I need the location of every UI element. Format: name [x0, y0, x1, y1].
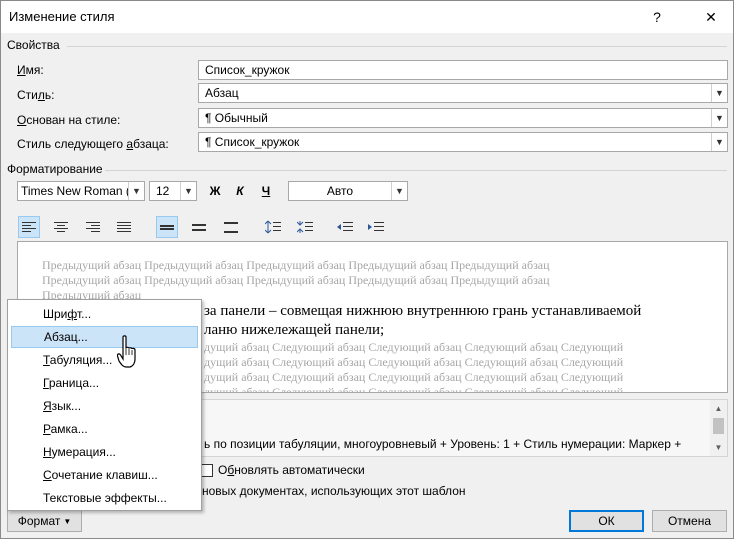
bold-button[interactable]: Ж: [204, 180, 226, 202]
chevron-down-icon: ▼: [711, 133, 727, 151]
increase-indent-button[interactable]: [365, 216, 387, 238]
menu-item-tabs[interactable]: Табуляция...: [11, 349, 198, 371]
decrease-indent-button[interactable]: [334, 216, 356, 238]
scroll-down-icon[interactable]: ▼: [710, 439, 727, 456]
dialog-title: Изменение стиля: [9, 9, 115, 24]
menu-item-paragraph[interactable]: Абзац...: [11, 326, 198, 348]
menu-item-text-effects[interactable]: Текстовые эффекты...: [11, 487, 198, 509]
preview-next-paragraph: дущий абзац Следующий абзац Следующий аб…: [204, 340, 624, 393]
decrease-indent-icon: [337, 222, 353, 231]
properties-divider: [67, 46, 727, 47]
increase-spacing-icon: [265, 220, 281, 234]
font-dropdown[interactable]: Times New Roman (О ▼: [17, 181, 145, 201]
menu-item-language[interactable]: Язык...: [11, 395, 198, 417]
menu-item-shortcut-key[interactable]: Сочетание клавиш...: [11, 464, 198, 486]
format-menu: Шрифт... Абзац... Табуляция... Граница..…: [7, 299, 202, 511]
menu-item-font[interactable]: Шрифт...: [11, 303, 198, 325]
align-right-button[interactable]: [82, 216, 104, 238]
single-spacing-icon: [160, 224, 174, 230]
name-label: Имя:: [17, 63, 44, 77]
font-size-dropdown[interactable]: 12 ▼: [149, 181, 197, 201]
style-type-dropdown[interactable]: Абзац ▼: [198, 83, 728, 103]
preview-previous-paragraph: Предыдущий абзац Предыдущий абзац Предыд…: [42, 258, 550, 302]
based-on-label: Основан на стиле:: [17, 113, 121, 127]
justify-icon: [117, 221, 131, 232]
decrease-spacing-button[interactable]: [294, 216, 316, 238]
style-type-label: Стиль:: [17, 88, 55, 102]
scroll-up-icon[interactable]: ▲: [710, 400, 727, 417]
one-half-spacing-icon: [192, 223, 206, 231]
formatting-section-label: Форматирование: [7, 162, 103, 176]
increase-spacing-button[interactable]: [262, 216, 284, 238]
next-style-dropdown[interactable]: ¶ Список_кружок ▼: [198, 132, 728, 152]
font-color-dropdown[interactable]: Авто ▼: [288, 181, 408, 201]
double-spacing-icon: [224, 221, 238, 233]
italic-button[interactable]: К: [229, 180, 251, 202]
properties-section-label: Свойства: [7, 38, 60, 52]
ok-button[interactable]: ОК: [569, 510, 644, 532]
chevron-down-icon: ▼: [711, 84, 727, 102]
single-spacing-button[interactable]: [156, 216, 178, 238]
auto-update-label: Обновлять автоматически: [218, 463, 365, 477]
align-right-icon: [86, 221, 100, 232]
caret-down-icon: ▼: [63, 516, 72, 526]
chevron-down-icon: ▼: [391, 182, 407, 200]
based-on-dropdown[interactable]: ¶ Обычный ▼: [198, 108, 728, 128]
template-option-label[interactable]: новых документах, использующих этот шабл…: [202, 484, 466, 498]
close-button[interactable]: ✕: [691, 1, 731, 33]
align-left-icon: [22, 221, 36, 232]
next-style-label: Стиль следующего абзаца:: [17, 137, 169, 151]
title-bar: Изменение стиля ? ✕: [1, 1, 733, 33]
description-text: ь по позиции табуляции, многоуровневый +…: [204, 437, 682, 451]
menu-item-numbering[interactable]: Нумерация...: [11, 441, 198, 463]
double-spacing-button[interactable]: [220, 216, 242, 238]
chevron-down-icon: ▼: [711, 109, 727, 127]
align-center-icon: [54, 221, 68, 232]
modify-style-dialog: Изменение стиля ? ✕ Свойства Имя: Список…: [0, 0, 734, 539]
formatting-divider: [105, 170, 727, 171]
underline-button[interactable]: Ч: [255, 180, 277, 202]
align-left-button[interactable]: [18, 216, 40, 238]
scroll-thumb[interactable]: [713, 418, 724, 434]
menu-item-frame[interactable]: Рамка...: [11, 418, 198, 440]
one-half-spacing-button[interactable]: [188, 216, 210, 238]
justify-button[interactable]: [113, 216, 135, 238]
chevron-down-icon: ▼: [180, 182, 196, 200]
align-center-button[interactable]: [50, 216, 72, 238]
decrease-spacing-icon: [297, 221, 313, 233]
description-scrollbar[interactable]: ▲ ▼: [710, 400, 727, 456]
help-button[interactable]: ?: [637, 1, 677, 33]
chevron-down-icon: ▼: [128, 182, 144, 200]
hand-cursor-icon: [117, 335, 136, 368]
name-input[interactable]: Список_кружок: [198, 60, 728, 80]
menu-item-border[interactable]: Граница...: [11, 372, 198, 394]
increase-indent-icon: [368, 222, 384, 231]
format-button[interactable]: Формат ▼: [7, 510, 82, 532]
preview-sample-paragraph: за панели – совмещая нижнюю внутреннюю г…: [204, 303, 642, 338]
cancel-button[interactable]: Отмена: [652, 510, 727, 532]
